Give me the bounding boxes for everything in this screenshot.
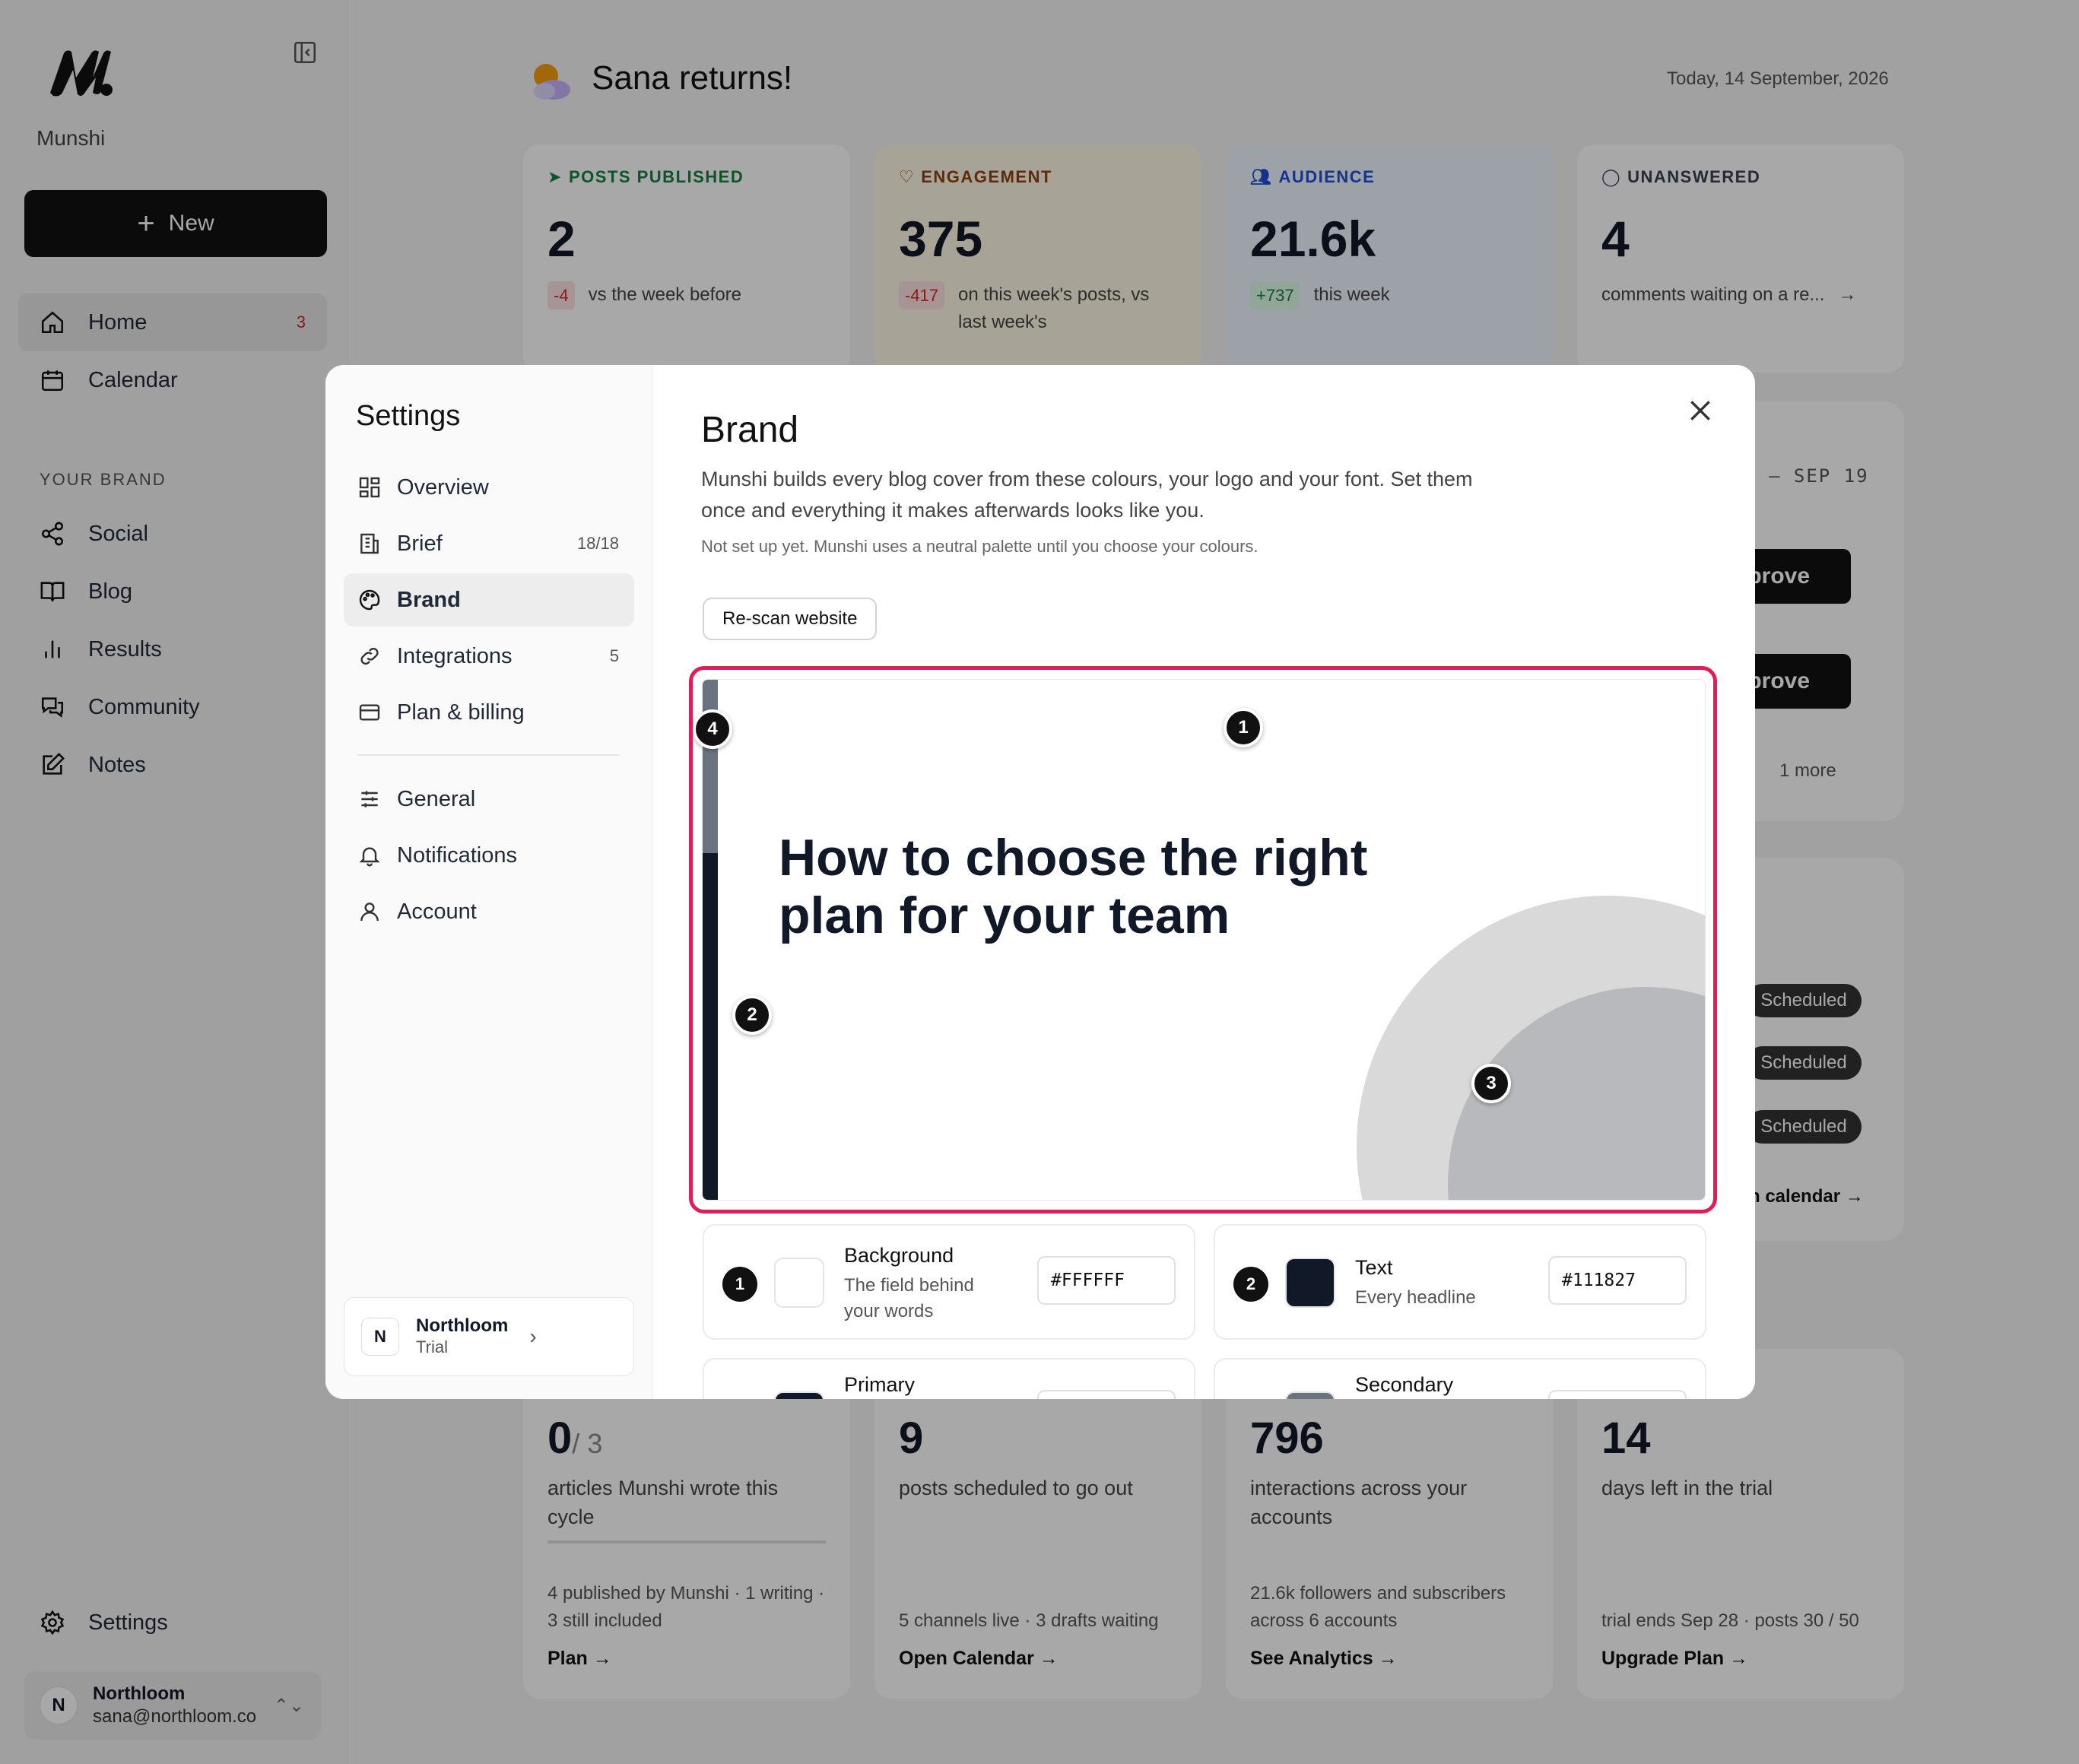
settings-item-general[interactable]: General: [344, 773, 634, 826]
settings-item-plan-billing[interactable]: Plan & billing: [344, 686, 634, 739]
cover-headline: How to choose the right plan for your te…: [779, 829, 1368, 945]
settings-item-overview[interactable]: Overview: [344, 461, 634, 514]
credit-card-icon: [359, 704, 380, 721]
preview-marker-background: 1: [1224, 708, 1263, 747]
primary-accent-bar: [703, 853, 718, 1200]
color-card-name: Text: [1355, 1256, 1393, 1279]
brand-setup-note: Not set up yet. Munshi uses a neutral pa…: [701, 537, 1259, 556]
color-swatch[interactable]: [1285, 1258, 1335, 1308]
color-card-primary: 3 Primary: [703, 1358, 1195, 1399]
settings-item-account[interactable]: Account: [344, 885, 634, 938]
building-icon: [360, 533, 379, 554]
sliders-icon: [361, 791, 378, 807]
hex-input[interactable]: #111827: [1548, 1256, 1687, 1305]
settings-modal: Settings Overview Brief 18/18 Brand Inte…: [325, 365, 1755, 1399]
color-swatch[interactable]: [1285, 1391, 1335, 1399]
settings-item-notifications[interactable]: Notifications: [344, 829, 634, 882]
settings-item-label: Integrations: [397, 643, 513, 668]
brand-description: Munshi builds every blog cover from thes…: [701, 468, 1473, 522]
integrations-count: 5: [609, 646, 619, 665]
settings-item-brief[interactable]: Brief 18/18: [344, 517, 634, 570]
settings-item-integrations[interactable]: Integrations 5: [344, 630, 634, 683]
nav-divider: [357, 754, 619, 756]
secondary-accent-bar: [703, 680, 718, 853]
hex-input[interactable]: [1548, 1390, 1687, 1399]
settings-item-label: Plan & billing: [397, 700, 525, 725]
hex-input[interactable]: #FFFFFF: [1037, 1256, 1176, 1305]
settings-item-label: Brief: [397, 531, 443, 556]
settings-title: Settings: [356, 400, 461, 432]
color-card-number: 1: [722, 1267, 757, 1302]
close-icon[interactable]: [1685, 395, 1716, 426]
link-icon: [360, 647, 379, 665]
settings-item-label: General: [397, 786, 476, 811]
color-card-text: 2 Text Every headline #111827: [1214, 1224, 1706, 1340]
cover-preview-frame: How to choose the right plan for your te…: [689, 666, 1717, 1214]
workspace-switcher[interactable]: N Northloom Trial ›: [344, 1297, 634, 1376]
color-swatch[interactable]: [774, 1391, 824, 1399]
workspace-status: Trial: [416, 1337, 448, 1357]
color-card-name: Primary: [844, 1373, 915, 1396]
preview-marker-primary: 3: [1471, 1064, 1511, 1103]
color-card-description: Every headline: [1355, 1287, 1476, 1308]
settings-item-label: Notifications: [397, 842, 517, 868]
preview-marker-secondary: 4: [693, 709, 732, 749]
workspace-avatar: N: [361, 1318, 399, 1356]
brand-title: Brand: [701, 410, 799, 450]
color-card-description: The field behind your words: [844, 1275, 974, 1321]
color-card-background: 1 Background The field behind your words…: [703, 1224, 1195, 1340]
settings-nav: Settings Overview Brief 18/18 Brand Inte…: [325, 365, 652, 1399]
color-swatch[interactable]: [774, 1258, 824, 1308]
rescan-website-button[interactable]: Re-scan website: [703, 598, 878, 640]
settings-item-label: Account: [397, 899, 477, 924]
settings-item-label: Brand: [397, 587, 461, 612]
settings-item-label: Overview: [397, 474, 489, 500]
preview-marker-text: 2: [732, 995, 772, 1035]
color-card-name: Background: [844, 1244, 954, 1267]
settings-item-brand[interactable]: Brand: [344, 573, 634, 627]
workspace-name: Northloom: [416, 1315, 509, 1337]
bell-icon: [359, 847, 380, 867]
palette-icon: [359, 589, 380, 611]
grid-icon: [359, 477, 380, 498]
color-card-name: Secondary: [1355, 1373, 1454, 1396]
color-card-number: 2: [1233, 1267, 1268, 1302]
user-icon: [360, 903, 379, 922]
brief-progress-count: 18/18: [576, 534, 619, 553]
color-card-secondary: 4 Secondary: [1214, 1358, 1706, 1399]
chevron-right-icon: ›: [529, 1325, 537, 1348]
hex-input[interactable]: [1037, 1390, 1176, 1399]
blog-cover-preview: How to choose the right plan for your te…: [702, 679, 1706, 1201]
